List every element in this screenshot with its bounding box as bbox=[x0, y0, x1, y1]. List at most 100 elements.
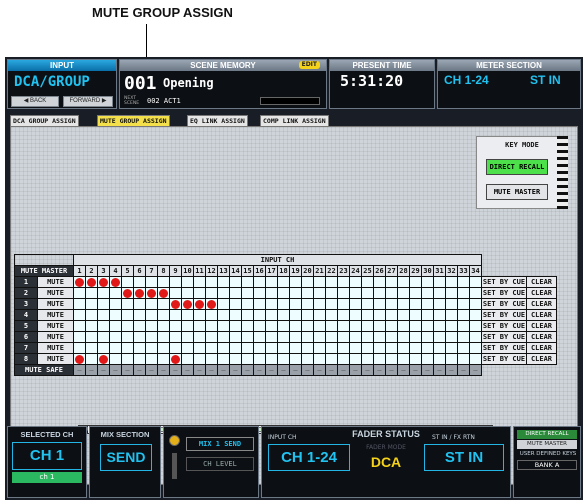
assign-cell[interactable] bbox=[253, 298, 266, 310]
assign-cell[interactable] bbox=[253, 287, 266, 299]
assign-cell[interactable] bbox=[265, 276, 278, 288]
assign-cell[interactable] bbox=[253, 353, 266, 365]
assign-cell[interactable] bbox=[445, 320, 458, 332]
assign-cell[interactable] bbox=[109, 331, 122, 343]
assign-cell[interactable] bbox=[457, 298, 470, 310]
assign-cell[interactable] bbox=[205, 331, 218, 343]
assign-cell[interactable] bbox=[277, 287, 290, 299]
assign-cell[interactable] bbox=[445, 276, 458, 288]
assign-cell[interactable] bbox=[109, 309, 122, 321]
assign-cell[interactable] bbox=[97, 309, 110, 321]
assign-cell[interactable] bbox=[145, 353, 158, 365]
mute-safe-cell[interactable]: — bbox=[325, 364, 338, 376]
assign-cell[interactable] bbox=[73, 276, 86, 288]
set-by-cue-button[interactable]: SET BY CUE bbox=[481, 320, 527, 332]
assign-cell[interactable] bbox=[241, 342, 254, 354]
assign-cell[interactable] bbox=[85, 276, 98, 288]
assign-cell[interactable] bbox=[385, 276, 398, 288]
assign-cell[interactable] bbox=[469, 287, 482, 299]
assign-cell[interactable] bbox=[253, 331, 266, 343]
mix-section-send[interactable]: SEND bbox=[100, 444, 152, 471]
assign-cell[interactable] bbox=[421, 309, 434, 321]
assign-cell[interactable] bbox=[397, 320, 410, 332]
mute-safe-cell[interactable]: — bbox=[241, 364, 254, 376]
assign-cell[interactable] bbox=[241, 353, 254, 365]
assign-cell[interactable] bbox=[181, 276, 194, 288]
mute-master-button[interactable]: MUTE MASTER bbox=[486, 184, 548, 200]
assign-cell[interactable] bbox=[217, 298, 230, 310]
clear-button[interactable]: CLEAR bbox=[526, 331, 557, 343]
mute-safe-cell[interactable]: — bbox=[313, 364, 326, 376]
assign-cell[interactable] bbox=[157, 298, 170, 310]
assign-cell[interactable] bbox=[397, 298, 410, 310]
send-level-panel[interactable]: MIX 1 SEND CH LEVEL bbox=[163, 426, 259, 498]
assign-cell[interactable] bbox=[409, 342, 422, 354]
assign-cell[interactable] bbox=[109, 353, 122, 365]
assign-cell[interactable] bbox=[145, 298, 158, 310]
assign-cell[interactable] bbox=[337, 298, 350, 310]
assign-cell[interactable] bbox=[301, 298, 314, 310]
assign-cell[interactable] bbox=[157, 287, 170, 299]
assign-cell[interactable] bbox=[397, 276, 410, 288]
assign-cell[interactable] bbox=[385, 298, 398, 310]
assign-cell[interactable] bbox=[421, 342, 434, 354]
assign-cell[interactable] bbox=[133, 287, 146, 299]
assign-cell[interactable] bbox=[229, 287, 242, 299]
mute-safe-cell[interactable]: — bbox=[97, 364, 110, 376]
mute-master-button[interactable]: MUTE bbox=[37, 287, 74, 299]
set-by-cue-button[interactable]: SET BY CUE bbox=[481, 353, 527, 365]
assign-cell[interactable] bbox=[313, 331, 326, 343]
mix-section-panel[interactable]: MIX SECTION SEND bbox=[89, 426, 161, 498]
assign-cell[interactable] bbox=[421, 353, 434, 365]
assign-cell[interactable] bbox=[97, 287, 110, 299]
assign-cell[interactable] bbox=[133, 353, 146, 365]
assign-cell[interactable] bbox=[289, 320, 302, 332]
assign-cell[interactable] bbox=[169, 309, 182, 321]
tab-eq-link-assign[interactable]: EQ LINK ASSIGN bbox=[187, 115, 248, 126]
assign-cell[interactable] bbox=[181, 320, 194, 332]
assign-cell[interactable] bbox=[193, 320, 206, 332]
assign-cell[interactable] bbox=[181, 342, 194, 354]
assign-cell[interactable] bbox=[361, 287, 374, 299]
assign-cell[interactable] bbox=[325, 276, 338, 288]
assign-cell[interactable] bbox=[313, 287, 326, 299]
scene-memory-panel[interactable]: SCENE MEMORY EDIT 001 Opening NEXT SCENE… bbox=[119, 59, 327, 109]
assign-cell[interactable] bbox=[373, 320, 386, 332]
meter-section-panel[interactable]: METER SECTION CH 1-24 ST IN bbox=[437, 59, 581, 109]
assign-cell[interactable] bbox=[205, 353, 218, 365]
assign-cell[interactable] bbox=[409, 353, 422, 365]
assign-cell[interactable] bbox=[361, 353, 374, 365]
assign-cell[interactable] bbox=[421, 320, 434, 332]
assign-cell[interactable] bbox=[193, 331, 206, 343]
assign-cell[interactable] bbox=[133, 276, 146, 288]
clear-button[interactable]: CLEAR bbox=[526, 320, 557, 332]
fader-mode[interactable]: DCA bbox=[358, 454, 414, 472]
assign-cell[interactable] bbox=[193, 298, 206, 310]
mute-safe-cell[interactable]: — bbox=[205, 364, 218, 376]
assign-cell[interactable] bbox=[241, 287, 254, 299]
mute-safe-cell[interactable]: — bbox=[373, 364, 386, 376]
assign-cell[interactable] bbox=[205, 276, 218, 288]
assign-cell[interactable] bbox=[217, 342, 230, 354]
assign-cell[interactable] bbox=[205, 342, 218, 354]
assign-cell[interactable] bbox=[217, 353, 230, 365]
tab-dca-group-assign[interactable]: DCA GROUP ASSIGN bbox=[10, 115, 79, 126]
assign-cell[interactable] bbox=[181, 298, 194, 310]
assign-cell[interactable] bbox=[445, 342, 458, 354]
assign-cell[interactable] bbox=[373, 287, 386, 299]
assign-cell[interactable] bbox=[349, 309, 362, 321]
assign-cell[interactable] bbox=[373, 309, 386, 321]
assign-cell[interactable] bbox=[433, 276, 446, 288]
assign-cell[interactable] bbox=[169, 298, 182, 310]
assign-cell[interactable] bbox=[277, 342, 290, 354]
assign-cell[interactable] bbox=[397, 353, 410, 365]
assign-cell[interactable] bbox=[385, 353, 398, 365]
assign-cell[interactable] bbox=[229, 331, 242, 343]
assign-cell[interactable] bbox=[253, 320, 266, 332]
assign-cell[interactable] bbox=[433, 331, 446, 343]
assign-cell[interactable] bbox=[301, 309, 314, 321]
assign-cell[interactable] bbox=[301, 320, 314, 332]
assign-cell[interactable] bbox=[217, 331, 230, 343]
assign-cell[interactable] bbox=[157, 331, 170, 343]
assign-cell[interactable] bbox=[265, 287, 278, 299]
